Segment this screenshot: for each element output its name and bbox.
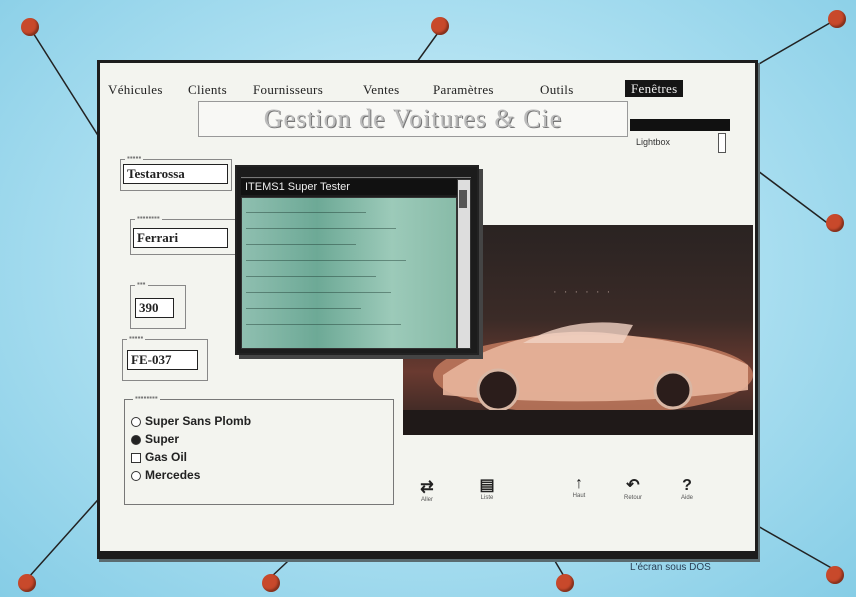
list-row[interactable] — [246, 212, 366, 213]
dialog-header — [241, 169, 471, 178]
radio-button-selected[interactable] — [131, 434, 141, 445]
dialog-list[interactable] — [241, 197, 457, 349]
scrollbar-thumb[interactable] — [459, 190, 467, 208]
callout-marker — [431, 17, 449, 35]
modele-field[interactable]: Ferrari — [133, 228, 228, 248]
app-title-banner: Gestion de Voitures & Cie — [198, 101, 628, 137]
list-row[interactable] — [246, 276, 376, 277]
menu-item-outils[interactable]: Outils — [540, 82, 574, 98]
toolbar-transfer-button[interactable]: ⇄ Aller — [412, 479, 442, 503]
toolbar-up-button[interactable]: ↑ Haut — [564, 475, 594, 499]
transfer-icon: ⇄ — [420, 479, 434, 496]
toolbar-help-button[interactable]: ? Aide — [672, 477, 702, 501]
menu-item-fenetres[interactable]: Fenêtres — [625, 80, 684, 97]
cv-field[interactable]: 390 — [135, 298, 174, 318]
immat-field[interactable]: FE-037 — [127, 350, 198, 370]
date-panel: Lightbox — [626, 101, 738, 157]
help-icon: ? — [682, 477, 692, 494]
lookup-dialog: ITEMS1 Super Tester — [235, 165, 479, 355]
fuel-group-label: ▪▪▪▪▪▪▪▪ — [133, 393, 160, 402]
toolbar-list-button[interactable]: ▤ Liste — [472, 477, 502, 501]
list-row[interactable] — [246, 292, 391, 293]
callout-marker — [828, 10, 846, 28]
list-icon: ▤ — [479, 477, 495, 494]
list-row[interactable] — [246, 244, 356, 245]
date-spinner[interactable] — [718, 133, 726, 153]
callout-marker — [556, 574, 574, 592]
immat-group: ▪▪▪▪▪ FE-037 — [122, 333, 208, 381]
checkbox[interactable] — [131, 452, 141, 463]
menu-item-vehicules[interactable]: Véhicules — [108, 82, 163, 98]
modele-group: ▪▪▪▪▪▪▪▪ Ferrari — [130, 213, 236, 255]
date-display — [630, 119, 730, 131]
list-row[interactable] — [246, 324, 401, 325]
immat-label: ▪▪▪▪▪ — [127, 333, 146, 342]
figure-caption: L'écran sous DOS — [630, 562, 711, 573]
menu-item-parametres[interactable]: Paramètres — [433, 82, 494, 98]
callout-marker — [18, 574, 36, 592]
callout-marker — [262, 574, 280, 592]
list-row[interactable] — [246, 260, 406, 261]
callout-marker — [826, 214, 844, 232]
radio-label: Super — [145, 432, 180, 446]
up-icon: ↑ — [575, 475, 583, 492]
svg-text:· · · · · ·: · · · · · · — [553, 286, 612, 298]
toolbar-back-button[interactable]: ↶ Retour — [618, 477, 648, 501]
menu-bar: Véhicules Clients Fournisseurs Ventes Pa… — [108, 79, 748, 99]
radio-option-super[interactable]: Super — [131, 432, 179, 446]
dialog-title: ITEMS1 Super Tester — [241, 179, 467, 195]
radio-label: Gas Oil — [145, 450, 188, 464]
date-value: Lightbox — [636, 137, 671, 147]
cv-label: ▪▪▪ — [135, 279, 148, 288]
radio-option-gas-oil[interactable]: Gas Oil — [131, 450, 187, 464]
menu-item-ventes[interactable]: Ventes — [363, 82, 399, 98]
radio-button[interactable] — [131, 416, 141, 427]
marque-label: ▪▪▪▪▪ — [125, 153, 144, 162]
monitor-screen: Véhicules Clients Fournisseurs Ventes Pa… — [97, 60, 758, 559]
menu-item-fournisseurs[interactable]: Fournisseurs — [253, 82, 323, 98]
modele-label: ▪▪▪▪▪▪▪▪ — [135, 213, 162, 222]
list-row[interactable] — [246, 228, 396, 229]
dialog-scrollbar[interactable] — [457, 179, 471, 349]
marque-field[interactable]: Testarossa — [123, 164, 228, 184]
radio-option-sans-plomb[interactable]: Super Sans Plomb — [131, 414, 251, 428]
callout-marker — [826, 566, 844, 584]
menu-item-clients[interactable]: Clients — [188, 82, 227, 98]
list-row[interactable] — [246, 308, 361, 309]
callout-marker — [21, 18, 39, 36]
radio-option-mercedes[interactable]: Mercedes — [131, 468, 200, 482]
back-icon: ↶ — [626, 477, 640, 494]
marque-group: ▪▪▪▪▪ Testarossa — [120, 153, 232, 191]
fuel-radio-group: ▪▪▪▪▪▪▪▪ Super Sans Plomb Super Gas Oil … — [124, 393, 394, 505]
radio-label: Super Sans Plomb — [145, 414, 252, 428]
cv-group: ▪▪▪ 390 — [130, 279, 186, 329]
radio-label: Mercedes — [145, 468, 201, 482]
radio-button[interactable] — [131, 470, 141, 481]
